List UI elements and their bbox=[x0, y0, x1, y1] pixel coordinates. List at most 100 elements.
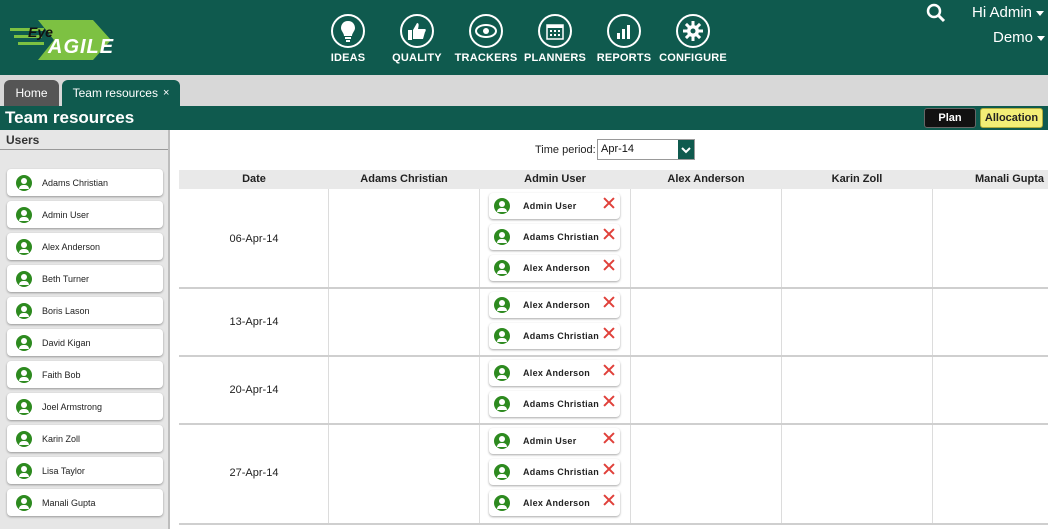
user-icon bbox=[16, 462, 32, 479]
remove-icon[interactable] bbox=[602, 493, 616, 507]
user-name: Beth Turner bbox=[42, 273, 90, 284]
user-icon bbox=[494, 260, 510, 276]
top-bar: Eye AGILE IDEAS QUALITY TRACKERS PLANNER… bbox=[0, 0, 1048, 75]
user-icon bbox=[16, 302, 32, 319]
remove-icon[interactable] bbox=[602, 326, 616, 340]
user-name: Lisa Taylor bbox=[42, 465, 85, 476]
allocation-cell bbox=[329, 357, 480, 423]
allocation-chip[interactable]: Adams Christian bbox=[489, 459, 620, 485]
row-date: 20-Apr-14 bbox=[229, 384, 279, 396]
account-menu[interactable]: Hi Admin bbox=[972, 4, 1045, 21]
allocation-cell bbox=[329, 289, 480, 355]
time-period-value: Apr-14 bbox=[601, 143, 635, 155]
workspace-menu[interactable]: Demo bbox=[993, 29, 1046, 46]
user-icon bbox=[494, 297, 510, 313]
user-icon bbox=[16, 366, 32, 383]
remove-icon[interactable] bbox=[602, 431, 616, 445]
user-name: Adams Christian bbox=[42, 177, 109, 188]
user-icon bbox=[16, 174, 32, 191]
allocation-cell bbox=[631, 425, 782, 523]
user-item[interactable]: Adams Christian bbox=[7, 169, 163, 196]
remove-icon[interactable] bbox=[602, 394, 616, 408]
allocation-chip[interactable]: Alex Anderson bbox=[489, 292, 620, 318]
allocation-button[interactable]: Allocation bbox=[980, 108, 1043, 128]
grid-header: Date Adams Christian Admin User Alex And… bbox=[179, 170, 1048, 189]
chip-label: Adams Christian bbox=[523, 399, 600, 409]
user-name: David Kigan bbox=[42, 337, 91, 348]
user-item[interactable]: David Kigan bbox=[7, 329, 163, 356]
user-icon bbox=[494, 229, 510, 245]
user-name: Alex Anderson bbox=[42, 241, 101, 252]
allocation-chip[interactable]: Admin User bbox=[489, 428, 620, 454]
time-period-select[interactable]: Apr-14 bbox=[597, 139, 695, 160]
nav-configure[interactable]: CONFIGURE bbox=[657, 14, 729, 64]
column-header-date: Date bbox=[242, 173, 266, 185]
close-icon[interactable]: × bbox=[163, 87, 169, 99]
user-icon bbox=[494, 328, 510, 344]
page-header: Team resources Plan Allocation bbox=[0, 106, 1048, 130]
allocation-chip[interactable]: Alex Anderson bbox=[489, 255, 620, 281]
row-date: 06-Apr-14 bbox=[229, 233, 279, 245]
user-item[interactable]: Beth Turner bbox=[7, 265, 163, 292]
page-title: Team resources bbox=[5, 108, 135, 127]
tab-home[interactable]: Home bbox=[4, 80, 59, 106]
chip-label: Alex Anderson bbox=[523, 368, 591, 378]
column-header-user: Alex Anderson bbox=[667, 173, 745, 185]
user-item[interactable]: Joel Armstrong bbox=[7, 393, 163, 420]
nav-trackers-label: TRACKERS bbox=[454, 52, 518, 64]
allocation-chip[interactable]: Alex Anderson bbox=[489, 490, 620, 516]
user-item[interactable]: Admin User bbox=[7, 201, 163, 228]
user-icon bbox=[494, 396, 510, 412]
user-icon bbox=[494, 464, 510, 480]
remove-icon[interactable] bbox=[602, 196, 616, 210]
nav-reports[interactable]: REPORTS bbox=[588, 14, 660, 64]
remove-icon[interactable] bbox=[602, 258, 616, 272]
user-icon bbox=[16, 206, 32, 223]
user-icon bbox=[16, 334, 32, 351]
user-icon bbox=[16, 238, 32, 255]
user-item[interactable]: Alex Anderson bbox=[7, 233, 163, 260]
user-icon bbox=[16, 270, 32, 287]
user-icon bbox=[494, 198, 510, 214]
remove-icon[interactable] bbox=[602, 363, 616, 377]
allocation-cell bbox=[782, 357, 933, 423]
remove-icon[interactable] bbox=[602, 295, 616, 309]
plan-button[interactable]: Plan bbox=[924, 108, 976, 128]
chevron-down-icon[interactable] bbox=[678, 140, 694, 159]
user-item[interactable]: Manali Gupta bbox=[7, 489, 163, 516]
thumbs-up-icon bbox=[400, 14, 434, 48]
nav-quality[interactable]: QUALITY bbox=[381, 14, 453, 64]
remove-icon[interactable] bbox=[602, 227, 616, 241]
allocation-chip[interactable]: Admin User bbox=[489, 193, 620, 219]
remove-icon[interactable] bbox=[602, 462, 616, 476]
user-icon bbox=[494, 495, 510, 511]
allocation-chip[interactable]: Alex Anderson bbox=[489, 360, 620, 386]
user-name: Joel Armstrong bbox=[42, 401, 103, 412]
user-icon bbox=[16, 494, 32, 511]
user-item[interactable]: Boris Lason bbox=[7, 297, 163, 324]
nav-reports-label: REPORTS bbox=[596, 52, 652, 64]
user-item[interactable]: Karin Zoll bbox=[7, 425, 163, 452]
column-header-user: Manali Gupta bbox=[974, 173, 1044, 185]
workspace-name: Demo bbox=[993, 29, 1034, 46]
allocation-chip[interactable]: Adams Christian bbox=[489, 391, 620, 417]
user-item[interactable]: Lisa Taylor bbox=[7, 457, 163, 484]
chip-label: Admin User bbox=[523, 436, 577, 446]
nav-ideas[interactable]: IDEAS bbox=[312, 14, 384, 64]
user-item[interactable]: Faith Bob bbox=[7, 361, 163, 388]
eyeagile-logo[interactable]: Eye AGILE bbox=[8, 14, 118, 64]
allocation-cell bbox=[782, 425, 933, 523]
time-period-label: Time period: bbox=[535, 144, 596, 156]
nav-configure-label: CONFIGURE bbox=[659, 52, 727, 64]
nav-trackers[interactable]: TRACKERS bbox=[450, 14, 522, 64]
user-name: Manali Gupta bbox=[42, 497, 96, 508]
chip-label: Adams Christian bbox=[523, 331, 600, 341]
allocation-cell bbox=[631, 289, 782, 355]
allocation-chip[interactable]: Adams Christian bbox=[489, 224, 620, 250]
search-icon[interactable] bbox=[926, 3, 946, 23]
bar-chart-icon bbox=[607, 14, 641, 48]
user-icon bbox=[494, 433, 510, 449]
allocation-chip[interactable]: Adams Christian bbox=[489, 323, 620, 349]
tab-team-resources[interactable]: Team resources × bbox=[62, 80, 180, 106]
nav-planners[interactable]: PLANNERS bbox=[519, 14, 591, 64]
